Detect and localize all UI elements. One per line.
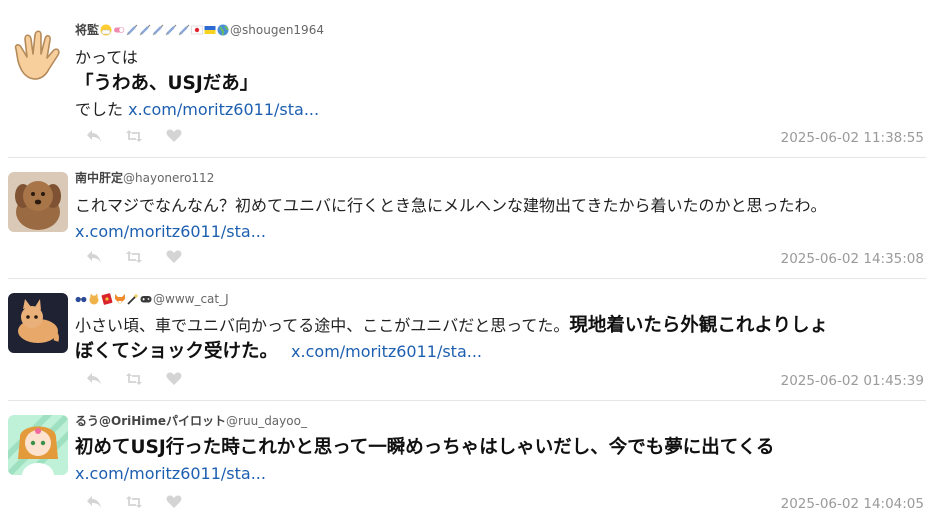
glasses-emoji-icon <box>75 296 87 303</box>
magic-wand-emoji-icon <box>127 293 139 305</box>
tweet-actions <box>85 371 183 387</box>
reply-icon[interactable] <box>85 494 103 510</box>
tweet-text-line-bold: ぼくてショック受けた。 <box>75 341 278 362</box>
timestamp[interactable]: 2025-06-02 11:38:55 <box>781 130 924 146</box>
user-badges <box>100 24 229 36</box>
tweet-link[interactable]: x.com/moritz6011/sta... <box>291 342 482 361</box>
syringe-emoji-icon <box>178 24 190 36</box>
avatar[interactable] <box>8 293 68 353</box>
tweet-content: 南中肝定@hayonero112 これマジでなんなん？初めてユニバに行くとき急に… <box>75 158 926 245</box>
reply-icon[interactable] <box>85 249 103 265</box>
retweet-icon[interactable] <box>125 371 143 387</box>
tweet-text: 初めてUSJ行った時これかと思って一瞬めっちゃはしゃいだし、今でも夢に出てくる … <box>75 435 926 487</box>
tweet-feed: 将監 @shougen1964 かっては 「うわあ、USJだあ」 でした x.c… <box>0 0 938 515</box>
ukraine-flag-emoji-icon <box>204 26 216 34</box>
japan-flag-emoji-icon <box>191 25 203 35</box>
tweet-text: これマジでなんなん？初めてユニバに行くとき急にメルヘンな建物出てきたから着いたの… <box>75 193 926 245</box>
user-name[interactable]: 南中肝定 <box>75 171 123 185</box>
tweet-text-line-bold: 「うわあ、USJだあ」 <box>75 73 259 94</box>
like-heart-icon[interactable] <box>165 128 183 144</box>
retweet-icon[interactable] <box>125 249 143 265</box>
globe-emoji-icon <box>217 24 229 36</box>
gamepad-emoji-icon <box>140 296 152 303</box>
user-handle[interactable]: @hayonero112 <box>123 171 214 185</box>
tweet-text: 小さい頃、車でユニバ向かってる途中、ここがユニバだと思ってた。現地着いたら外観こ… <box>75 313 926 365</box>
user-name[interactable]: るう@OriHimeパイロット <box>75 414 226 428</box>
tweet-item: 南中肝定@hayonero112 これマジでなんなん？初めてユニバに行くとき急に… <box>8 158 926 279</box>
tweet-text-line: これマジでなんなん？初めてユニバに行くとき急にメルヘンな建物出てきたから着いたの… <box>75 196 827 215</box>
cat-emoji-icon <box>89 293 99 305</box>
red-envelope-emoji-icon <box>101 293 113 305</box>
avatar[interactable] <box>8 27 68 87</box>
tweet-text-line: 小さい頃、車でユニバ向かってる途中、ここがユニバだと思ってた。 <box>75 316 570 335</box>
like-heart-icon[interactable] <box>165 494 183 510</box>
open-hand-avatar-icon <box>8 27 68 87</box>
like-heart-icon[interactable] <box>165 371 183 387</box>
user-handle[interactable]: @shougen1964 <box>230 23 324 37</box>
tweet-content: 将監 @shougen1964 かっては 「うわあ、USJだあ」 でした x.c… <box>75 0 926 123</box>
fox-emoji-icon <box>115 294 125 304</box>
timestamp[interactable]: 2025-06-02 14:35:08 <box>781 251 924 267</box>
anime-character-avatar-icon <box>8 415 68 475</box>
user-name[interactable]: 将監 <box>75 23 99 37</box>
avatar[interactable] <box>8 172 68 232</box>
tweet-text: かっては 「うわあ、USJだあ」 でした x.com/moritz6011/st… <box>75 45 926 123</box>
tweet-content: @www_cat_J 小さい頃、車でユニバ向かってる途中、ここがユニバだと思って… <box>75 279 926 365</box>
tweet-item: るう@OriHimeパイロット@ruu_dayoo_ 初めてUSJ行った時これか… <box>8 401 926 515</box>
tweet-item: 将監 @shougen1964 かっては 「うわあ、USJだあ」 でした x.c… <box>8 0 926 158</box>
tweet-header: 南中肝定@hayonero112 <box>75 170 926 186</box>
syringe-emoji-icon <box>165 24 177 36</box>
user-badges <box>75 293 152 305</box>
like-heart-icon[interactable] <box>165 249 183 265</box>
tweet-content: るう@OriHimeパイロット@ruu_dayoo_ 初めてUSJ行った時これか… <box>75 401 926 487</box>
pill-emoji-icon <box>114 27 125 33</box>
tweet-header: @www_cat_J <box>75 291 926 307</box>
avatar[interactable] <box>8 415 68 475</box>
reply-icon[interactable] <box>85 128 103 144</box>
user-handle[interactable]: @www_cat_J <box>153 292 229 306</box>
tweet-text-line: でした <box>75 100 124 119</box>
tweet-link[interactable]: x.com/moritz6011/sta... <box>75 222 266 241</box>
tweet-text-line: かっては <box>75 48 138 67</box>
timestamp[interactable]: 2025-06-02 14:04:05 <box>781 496 924 512</box>
reply-icon[interactable] <box>85 371 103 387</box>
syringe-emoji-icon <box>139 24 151 36</box>
tweet-actions <box>85 128 183 144</box>
tweet-header: 将監 @shougen1964 <box>75 22 926 38</box>
timestamp[interactable]: 2025-06-02 01:45:39 <box>781 373 924 389</box>
tweet-link[interactable]: x.com/moritz6011/sta... <box>75 464 266 483</box>
syringe-emoji-icon <box>126 24 138 36</box>
tweet-text-line-bold: 初めてUSJ行った時これかと思って一瞬めっちゃはしゃいだし、今でも夢に出てくる <box>75 437 775 458</box>
dog-photo-avatar-icon <box>8 172 68 232</box>
user-handle[interactable]: @ruu_dayoo_ <box>226 414 307 428</box>
syringe-emoji-icon <box>152 24 164 36</box>
tweet-header: るう@OriHimeパイロット@ruu_dayoo_ <box>75 413 926 429</box>
face-mask-emoji-icon <box>100 24 112 36</box>
cat-photo-avatar-icon <box>8 293 68 353</box>
tweet-text-line-bold: 現地着いたら外観これよりしょ <box>569 315 829 336</box>
retweet-icon[interactable] <box>125 494 143 510</box>
tweet-actions <box>85 249 183 265</box>
retweet-icon[interactable] <box>125 128 143 144</box>
tweet-item: @www_cat_J 小さい頃、車でユニバ向かってる途中、ここがユニバだと思って… <box>8 279 926 401</box>
tweet-link[interactable]: x.com/moritz6011/sta... <box>128 100 319 119</box>
tweet-actions <box>85 494 183 510</box>
